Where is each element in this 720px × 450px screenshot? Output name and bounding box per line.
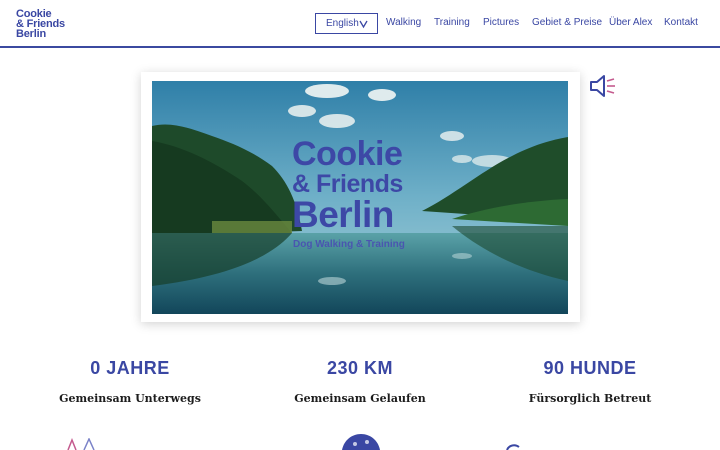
stat-years-label: Gemeinsam Unterwegs — [59, 392, 201, 405]
dog-nose-icon — [506, 444, 520, 450]
hero-tagline: Dog Walking & Training — [293, 239, 405, 250]
nav-pictures[interactable]: Pictures — [483, 17, 519, 28]
hero-title-line-1: Cookie — [292, 135, 403, 173]
stat-km-value: 230 KM — [326, 358, 394, 378]
stat-dogs-value: 90 HUNDE — [543, 358, 637, 378]
site-header: Cookie & Friends Berlin English Walking … — [0, 0, 720, 47]
chevron-down-icon — [359, 20, 368, 29]
nav-training[interactable]: Training — [434, 17, 470, 28]
language-select[interactable]: English — [315, 13, 378, 34]
paw-globe-icon — [342, 434, 380, 450]
speaker-muted-icon[interactable] — [588, 72, 618, 100]
stat-dogs-label: Fürsorglich Betreut — [528, 392, 652, 405]
language-select-value: English — [326, 18, 359, 29]
logo-line-3: Berlin — [16, 28, 46, 40]
header-divider — [0, 46, 720, 48]
dog-ears-icon — [67, 438, 95, 450]
site-logo[interactable]: Cookie & Friends Berlin — [16, 9, 65, 40]
stat-km-label: Gemeinsam Gelaufen — [294, 392, 426, 405]
nav-kontakt[interactable]: Kontakt — [664, 17, 698, 28]
hero-title-line-3: Berlin — [292, 194, 394, 235]
stat-years-value: 0 JAHRE — [90, 358, 170, 378]
nav-gebiet-preise[interactable]: Gebiet & Preise — [532, 17, 602, 28]
nav-walking[interactable]: Walking — [386, 17, 421, 28]
nav-ueber-alex[interactable]: Über Alex — [609, 17, 652, 28]
